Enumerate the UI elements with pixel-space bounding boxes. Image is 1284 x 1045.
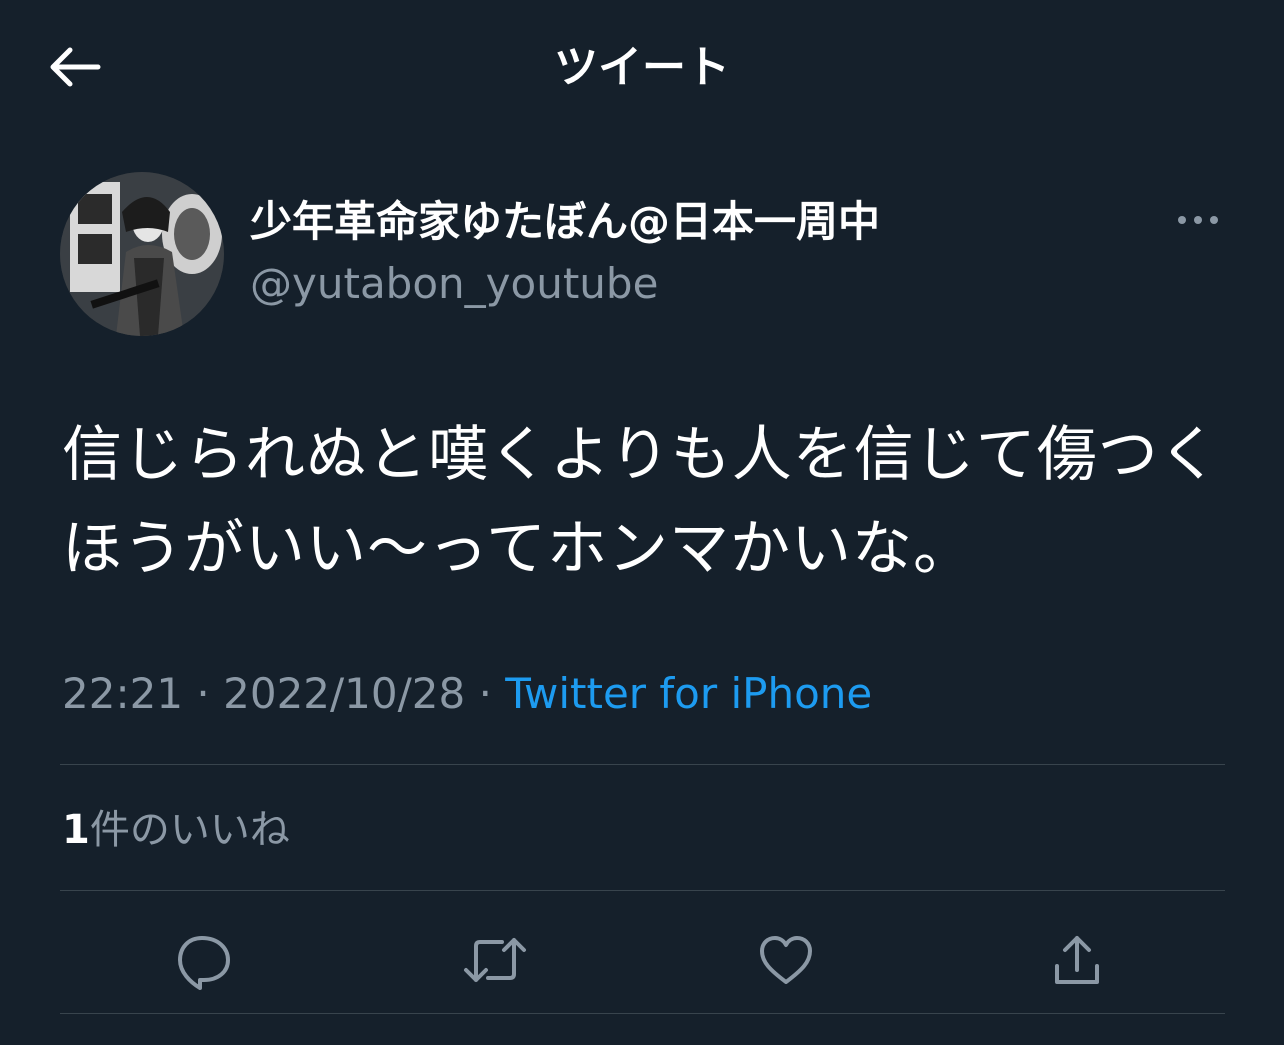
tweet-source-link[interactable]: Twitter for iPhone (505, 669, 872, 718)
tweet-meta: 22:21 · 2022/10/28 · Twitter for iPhone (62, 664, 872, 724)
share-icon (1055, 936, 1099, 984)
username[interactable]: @yutabon_youtube (250, 254, 658, 314)
display-name[interactable]: 少年革命家ゆたぼん@日本一周中 (250, 192, 880, 252)
avatar-image (60, 172, 224, 336)
more-icon-dot (1210, 216, 1218, 224)
like-button[interactable] (751, 925, 821, 995)
reply-button[interactable] (169, 925, 239, 995)
retweet-icon (464, 938, 526, 982)
reply-icon (178, 936, 230, 990)
meta-separator: · (196, 669, 210, 718)
more-icon-dot (1194, 216, 1202, 224)
divider (60, 764, 1225, 765)
avatar[interactable] (60, 172, 224, 336)
tweet-date[interactable]: 2022/10/28 (223, 669, 465, 718)
page-title: ツイート (554, 42, 730, 93)
more-button[interactable] (1168, 200, 1228, 240)
tweet-text: 信じられぬと嘆くよりも人を信じて傷つくほうがいい〜ってホンマかいな。 (62, 420, 1220, 584)
likes-label: 件のいいね (89, 807, 290, 853)
share-button[interactable] (1042, 925, 1112, 995)
divider (60, 1013, 1225, 1014)
retweet-button[interactable] (460, 925, 530, 995)
heart-icon (760, 936, 812, 984)
meta-separator: · (478, 669, 492, 718)
likes-count: 1 (62, 807, 90, 853)
divider (60, 890, 1225, 891)
tweet-time[interactable]: 22:21 (62, 669, 183, 718)
top-bar: ツイート (0, 0, 1284, 135)
more-icon (1178, 216, 1186, 224)
likes-link[interactable]: 1件のいいね (62, 800, 290, 860)
